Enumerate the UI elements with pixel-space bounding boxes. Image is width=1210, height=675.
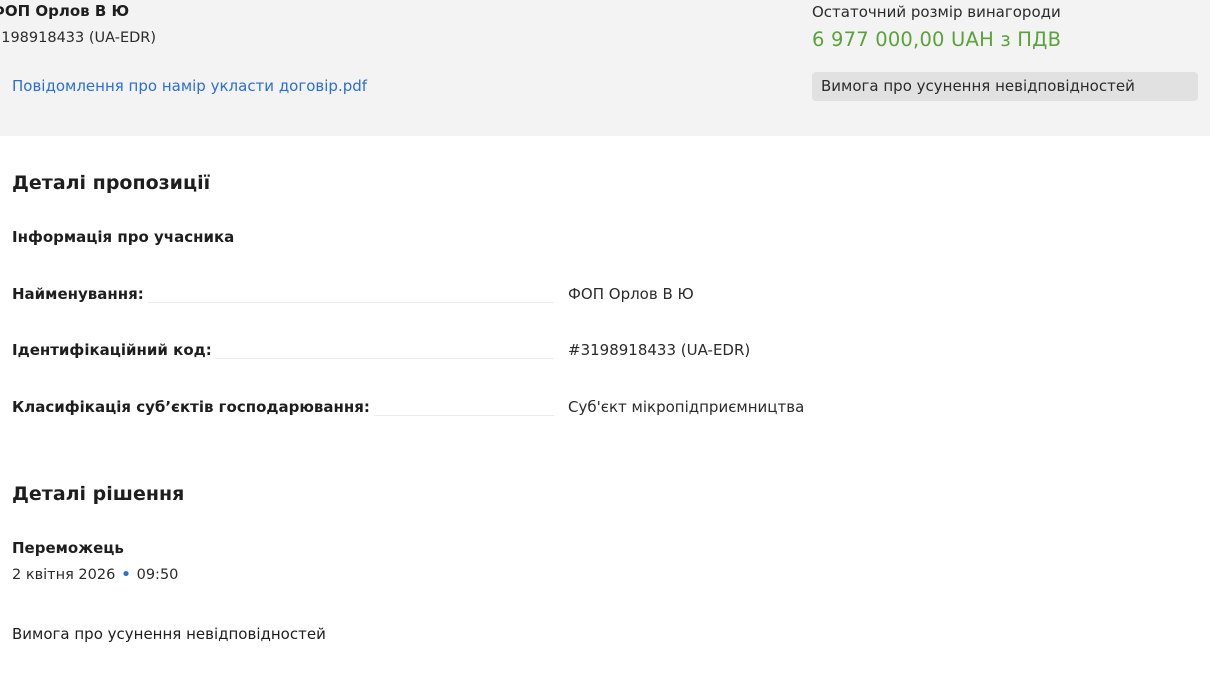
decision-datetime: 2 квітня 2026 • 09:50	[12, 567, 178, 583]
decision-time: 09:50	[136, 567, 179, 583]
decision-date: 2 квітня 2026	[12, 567, 116, 583]
participant-code: 3198918433 (UA-EDR)	[0, 30, 157, 46]
participant-name: ФОП Орлов В Ю	[0, 2, 130, 20]
info-row-classification: Класифікація суб’єктів господарювання: С…	[12, 398, 1192, 420]
award-summary-panel: ФОП Орлов В Ю 3198918433 (UA-EDR) Повідо…	[0, 0, 1210, 136]
decision-details-title: Деталі рішення	[12, 483, 185, 505]
info-value-id-code: #3198918433 (UA-EDR)	[568, 341, 751, 359]
separator-dot: •	[121, 567, 131, 583]
info-label-id-code: Ідентифікаційний код:	[12, 341, 216, 359]
info-value-name: ФОП Орлов В Ю	[568, 285, 694, 303]
info-row-id-code: Ідентифікаційний код: #3198918433 (UA-ED…	[12, 341, 1192, 363]
info-label-name: Найменування:	[12, 285, 148, 303]
award-label: Остаточний розмір винагороди	[812, 3, 1061, 21]
status-badge: Вимога про усунення невідповідностей	[812, 72, 1198, 101]
info-row-name: Найменування: ФОП Орлов В Ю	[12, 285, 1192, 307]
award-amount: 6 977 000,00 UAH з ПДВ	[812, 28, 1062, 51]
participant-info-title: Інформація про учасника	[12, 228, 235, 246]
page: ФОП Орлов В Ю 3198918433 (UA-EDR) Повідо…	[0, 0, 1210, 675]
info-label-classification: Класифікація суб’єктів господарювання:	[12, 398, 374, 416]
decision-requirement: Вимога про усунення невідповідностей	[12, 625, 326, 643]
info-value-classification: Суб'єкт мікропідприємництва	[568, 398, 805, 416]
proposal-details-title: Деталі пропозиції	[12, 172, 211, 194]
decision-status: Переможець	[12, 539, 124, 557]
notice-document-link[interactable]: Повідомлення про намір укласти договір.p…	[12, 77, 367, 95]
